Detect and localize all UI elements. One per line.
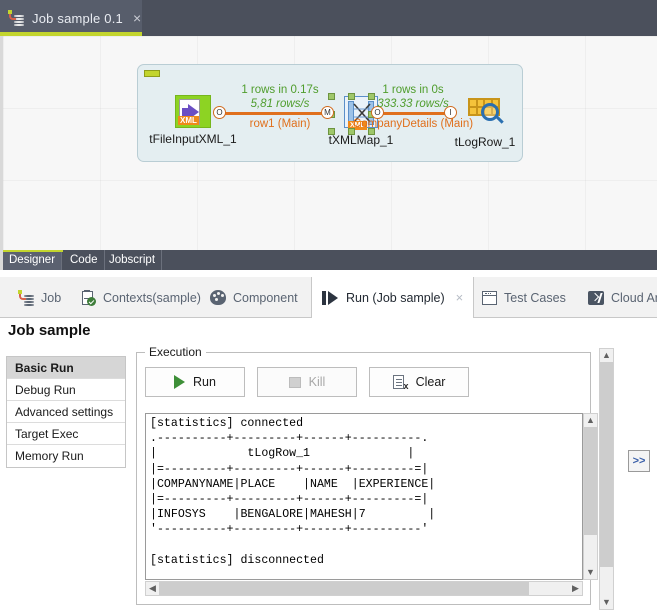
console-text: [statistics] connected .----------+-----… xyxy=(150,416,519,580)
tab-label: Test Cases xyxy=(504,291,566,305)
tab-test-cases[interactable]: Test Cases xyxy=(472,277,576,318)
link-rows-companydetails: 1 rows in 0s xyxy=(358,84,468,96)
link-name-row1[interactable]: row1 (Main) xyxy=(230,118,330,130)
close-icon[interactable]: × xyxy=(456,290,464,305)
console-vertical-scrollbar[interactable]: ▲ ▼ xyxy=(583,413,598,580)
sidebar-item-basic-run[interactable]: Basic Run xyxy=(7,357,125,379)
console-horizontal-scrollbar[interactable]: ◀ ▶ xyxy=(145,581,583,596)
expand-panel-button[interactable]: >> xyxy=(628,450,650,472)
link-rate-companydetails: 333.33 rows/s xyxy=(358,98,468,110)
run-icon xyxy=(322,291,339,305)
view-tab-code[interactable]: Code xyxy=(64,250,105,270)
view-tab-jobscript[interactable]: Jobscript xyxy=(103,250,162,270)
palette-icon xyxy=(210,290,226,305)
tab-label: Contexts(sample) xyxy=(103,291,201,305)
page-title: Job sample xyxy=(0,318,657,343)
run-view-body: Basic Run Debug Run Advanced settings Ta… xyxy=(0,343,657,611)
play-icon xyxy=(174,375,185,389)
clear-button[interactable]: x Clear xyxy=(369,367,469,397)
stop-icon xyxy=(289,377,301,388)
run-mode-list[interactable]: Basic Run Debug Run Advanced settings Ta… xyxy=(6,356,126,468)
tab-label: Run (Job sample) xyxy=(346,291,445,305)
scrollbar-thumb[interactable] xyxy=(159,582,529,595)
execution-group: Execution Run Kill x Clear xyxy=(136,352,591,605)
execution-button-row: Run Kill x Clear xyxy=(145,367,469,397)
node-label: tLogRow_1 xyxy=(455,135,516,149)
console-lines: [statistics] connected .----------+-----… xyxy=(150,417,435,567)
xml-file-input-icon: XML xyxy=(175,95,211,128)
designer-canvas[interactable]: XML tFileInputXML_1 O XML tXMLMap_1 xyxy=(0,36,657,250)
sidebar-item-advanced-settings[interactable]: Advanced settings xyxy=(7,401,125,423)
view-tab-designer[interactable]: Designer xyxy=(3,250,62,270)
tab-label: Component xyxy=(233,291,298,305)
lower-tabbar: Job Contexts(sample) Component Run (Job … xyxy=(0,277,657,318)
subjob-flag-icon xyxy=(144,70,160,77)
view-tabbar: Designer Code Jobscript xyxy=(0,250,657,270)
scroll-down-icon[interactable]: ▼ xyxy=(584,566,597,579)
test-cases-icon xyxy=(482,291,497,305)
kill-button-label: Kill xyxy=(309,375,326,389)
scroll-right-icon[interactable]: ▶ xyxy=(569,582,582,595)
clear-button-label: Clear xyxy=(416,375,446,389)
scrollbar-thumb[interactable] xyxy=(600,362,613,567)
job-icon xyxy=(18,290,34,306)
scroll-left-icon[interactable]: ◀ xyxy=(146,582,159,595)
kill-button[interactable]: Kill xyxy=(257,367,357,397)
editor-tabbar: Job sample 0.1 × xyxy=(0,0,657,36)
clear-icon: x xyxy=(393,375,408,390)
link-rows-row1: 1 rows in 0.17s xyxy=(230,84,330,96)
console-output[interactable]: [statistics] connected .----------+-----… xyxy=(145,413,583,580)
scroll-up-icon[interactable]: ▲ xyxy=(600,349,613,362)
tab-cloud-artifacts[interactable]: Cloud Artifa xyxy=(578,277,657,318)
sidebar-item-memory-run[interactable]: Memory Run xyxy=(7,445,125,467)
tab-label: Job xyxy=(41,291,61,305)
tab-contexts[interactable]: Contexts(sample) xyxy=(70,277,211,318)
link-line-row1[interactable] xyxy=(225,112,333,115)
sidebar-item-debug-run[interactable]: Debug Run xyxy=(7,379,125,401)
panel-vertical-scrollbar[interactable]: ▲ ▼ xyxy=(599,348,614,610)
editor-tab-job-sample[interactable]: Job sample 0.1 × xyxy=(0,0,142,36)
link-name-companydetails[interactable]: CompanyDetails (Main) xyxy=(348,118,478,130)
port-out-tfileinputxml[interactable]: O xyxy=(213,106,226,119)
view-tab-active-indicator xyxy=(3,250,63,252)
xml-badge: XML xyxy=(178,116,199,125)
sidebar-item-target-exec[interactable]: Target Exec xyxy=(7,423,125,445)
cloud-artifact-icon xyxy=(588,291,604,305)
node-label: tFileInputXML_1 xyxy=(149,132,236,146)
close-icon[interactable]: × xyxy=(133,11,141,25)
tab-job[interactable]: Job xyxy=(8,277,71,318)
scroll-down-icon[interactable]: ▼ xyxy=(600,596,613,609)
run-button-label: Run xyxy=(193,375,216,389)
run-button[interactable]: Run xyxy=(145,367,245,397)
contexts-icon xyxy=(80,290,96,306)
link-rate-row1: 5,81 rows/s xyxy=(230,98,330,110)
tab-label: Cloud Artifa xyxy=(611,291,657,305)
job-icon xyxy=(8,10,24,26)
node-label: tXMLMap_1 xyxy=(329,133,394,147)
tab-component[interactable]: Component xyxy=(200,277,308,318)
execution-legend: Execution xyxy=(145,345,206,359)
scrollbar-thumb[interactable] xyxy=(584,427,597,535)
link-line-companydetails[interactable] xyxy=(383,112,445,115)
tab-run[interactable]: Run (Job sample) × xyxy=(311,277,474,319)
scroll-up-icon[interactable]: ▲ xyxy=(584,414,597,427)
editor-tab-label: Job sample 0.1 xyxy=(32,11,123,26)
